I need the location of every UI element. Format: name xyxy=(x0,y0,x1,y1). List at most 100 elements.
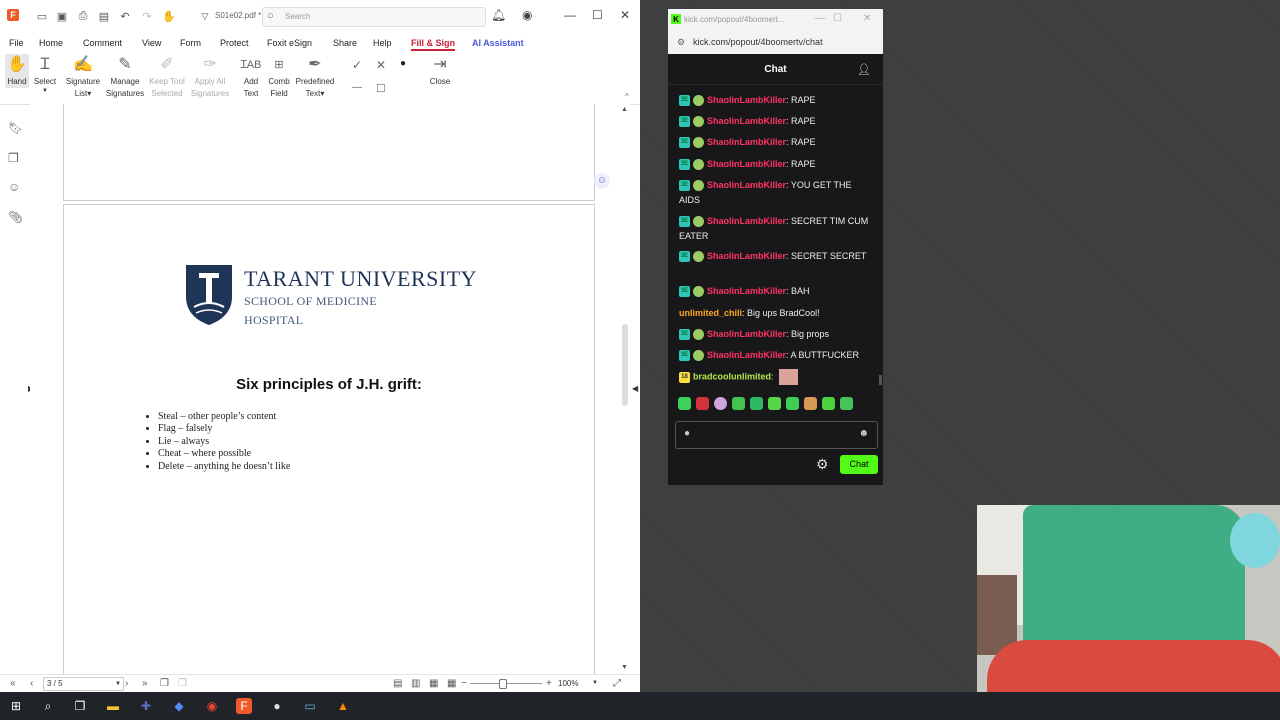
fullscreen-icon[interactable]: ⤢ xyxy=(613,678,621,689)
maximize-icon[interactable]: ☐ xyxy=(592,8,603,22)
users-icon[interactable]: 👤︎ xyxy=(857,63,871,76)
hand-tool-button[interactable]: ✋ Hand xyxy=(5,54,29,88)
address-bar[interactable]: kick.com/popout/4boomertv/chat xyxy=(693,37,823,47)
undo-icon[interactable]: ↶ xyxy=(117,8,133,24)
chat-username[interactable]: ShaolinLambKiller xyxy=(707,286,786,296)
copy-icon[interactable]: ❐ xyxy=(160,678,169,689)
two-page-view-icon[interactable]: ▦ xyxy=(429,678,438,689)
search-icon[interactable]: ⌕ xyxy=(40,698,56,714)
windows-start-icon[interactable]: ⊞ xyxy=(8,698,24,714)
comb-field-button[interactable]: ⊞ Comb Field xyxy=(267,54,291,100)
chrome-icon[interactable]: ◉ xyxy=(204,698,220,714)
emote-button[interactable] xyxy=(768,397,781,410)
save-icon[interactable]: ▣ xyxy=(54,8,70,24)
chat-username[interactable]: bradcoolunlimited xyxy=(693,371,771,381)
emote-button[interactable] xyxy=(750,397,763,410)
select-tool-button[interactable]: Ɪ Select ▼ xyxy=(32,54,58,94)
print-icon[interactable]: ⎙ xyxy=(75,8,91,24)
menu-file[interactable]: File xyxy=(9,38,24,48)
predefined-text-button[interactable]: ✒ Predefined Text▾ xyxy=(295,54,335,100)
add-text-button[interactable]: ꞮAB Add Text xyxy=(240,54,262,100)
first-page-icon[interactable]: « xyxy=(10,678,16,689)
account-icon[interactable]: ◉ xyxy=(522,8,532,22)
scrollbar-thumb[interactable] xyxy=(622,324,628,406)
app-icon[interactable]: ✚ xyxy=(138,698,154,714)
redo-icon[interactable]: ↷ xyxy=(139,8,155,24)
menu-foxit-esign[interactable]: Foxit eSign xyxy=(267,38,312,48)
zoom-level[interactable]: 100% xyxy=(558,679,578,688)
zoom-out-icon[interactable]: − xyxy=(461,678,467,689)
manage-signatures-button[interactable]: ✎ Manage Signatures xyxy=(105,54,145,100)
send-chat-button[interactable]: Chat xyxy=(840,455,878,474)
previous-page-icon[interactable]: ‹ xyxy=(30,678,33,689)
emote-button[interactable] xyxy=(804,397,817,410)
emoji-picker-icon[interactable]: ☻ xyxy=(858,428,869,439)
apply-all-signatures-button[interactable]: ✑ Apply All Signatures xyxy=(189,54,231,100)
bell-icon[interactable]: 🔔︎ xyxy=(491,8,506,22)
obs-icon[interactable]: ● xyxy=(269,698,285,714)
continuous-view-icon[interactable]: ▥ xyxy=(411,678,420,689)
chat-settings-icon[interactable]: ⚙ xyxy=(816,456,829,473)
chat-scrollbar[interactable] xyxy=(879,375,882,385)
emote-button[interactable] xyxy=(732,397,745,410)
chevron-down-icon[interactable]: ▼ xyxy=(592,680,598,686)
close-fill-sign-button[interactable]: ⇥ Close xyxy=(427,54,453,88)
chat-username[interactable]: ShaolinLambKiller xyxy=(707,137,786,147)
vscode-icon[interactable]: ◆ xyxy=(171,698,187,714)
task-view-icon[interactable]: ❐ xyxy=(72,698,88,714)
comments-icon[interactable]: ☺ xyxy=(8,180,20,194)
menu-ai-assistant[interactable]: AI Assistant xyxy=(472,38,524,48)
ai-assistant-floating-icon[interactable]: ☺ xyxy=(594,173,610,189)
chat-username[interactable]: ShaolinLambKiller xyxy=(707,159,786,169)
chat-username[interactable]: ShaolinLambKiller xyxy=(707,350,786,360)
next-page-icon[interactable]: › xyxy=(125,678,128,689)
attachment-icon[interactable]: 📎︎ xyxy=(8,210,23,224)
search-input[interactable]: ○ Search xyxy=(262,7,486,27)
ribbon-collapse-icon[interactable]: ^ xyxy=(625,92,629,101)
page-number-input[interactable]: 3 / 5 ▼ xyxy=(43,677,124,691)
chat-username[interactable]: ShaolinLambKiller xyxy=(707,329,786,339)
menu-share[interactable]: Share xyxy=(333,38,357,48)
chat-username[interactable]: ShaolinLambKiller xyxy=(707,180,786,190)
file-explorer-icon[interactable]: ▬ xyxy=(105,698,121,714)
menu-view[interactable]: View xyxy=(142,38,161,48)
cross-mark-icon[interactable]: ✕ xyxy=(376,58,386,72)
emote-button[interactable] xyxy=(840,397,853,410)
chat-username[interactable]: ShaolinLambKiller xyxy=(707,216,786,226)
paste-icon[interactable]: ❐ xyxy=(178,678,187,689)
chat-username[interactable]: ShaolinLambKiller xyxy=(707,116,786,126)
chevron-down-icon[interactable]: ▽ xyxy=(197,8,213,24)
menu-comment[interactable]: Comment xyxy=(83,38,122,48)
menu-home[interactable]: Home xyxy=(39,38,63,48)
document-icon[interactable]: ▤ xyxy=(96,8,112,24)
zoom-in-icon[interactable]: + xyxy=(546,678,552,689)
hand-dropdown-icon[interactable]: ✋ xyxy=(161,8,177,24)
checkmark-icon[interactable]: ✓ xyxy=(352,58,362,72)
zoom-slider-thumb[interactable] xyxy=(499,679,508,689)
foxit-icon[interactable]: F xyxy=(236,698,252,714)
line-icon[interactable]: — xyxy=(352,82,362,93)
menu-form[interactable]: Form xyxy=(180,38,201,48)
emote-button[interactable] xyxy=(714,397,727,410)
keep-tool-selected-button[interactable]: ✐ Keep Tool Selected xyxy=(147,54,187,100)
scroll-up-icon[interactable]: ▲ xyxy=(621,106,628,113)
bookmark-icon[interactable]: 🔖︎ xyxy=(8,121,23,135)
chat-username[interactable]: ShaolinLambKiller xyxy=(707,251,786,261)
close-icon[interactable]: ✕ xyxy=(620,8,630,22)
app-window-icon[interactable]: ▭ xyxy=(302,698,318,714)
chat-username[interactable]: ShaolinLambKiller xyxy=(707,95,786,105)
single-page-view-icon[interactable]: ▤ xyxy=(393,678,402,689)
scroll-down-icon[interactable]: ▼ xyxy=(621,664,628,671)
site-settings-icon[interactable]: ⚙ xyxy=(677,37,685,48)
menu-help[interactable]: Help xyxy=(373,38,392,48)
signature-list-button[interactable]: ✍ Signature List▾ xyxy=(64,54,102,100)
right-panel-toggle-icon[interactable]: ◀ xyxy=(632,384,638,393)
dot-icon[interactable]: ● xyxy=(400,58,406,69)
emote-button[interactable] xyxy=(822,397,835,410)
close-icon[interactable]: ✕ xyxy=(863,13,871,24)
pages-icon[interactable]: ❐ xyxy=(8,151,19,165)
last-page-icon[interactable]: » xyxy=(142,678,148,689)
maximize-icon[interactable]: ☐ xyxy=(833,13,842,24)
rectangle-icon[interactable]: ☐ xyxy=(376,82,386,95)
minimize-icon[interactable]: — xyxy=(564,8,576,22)
